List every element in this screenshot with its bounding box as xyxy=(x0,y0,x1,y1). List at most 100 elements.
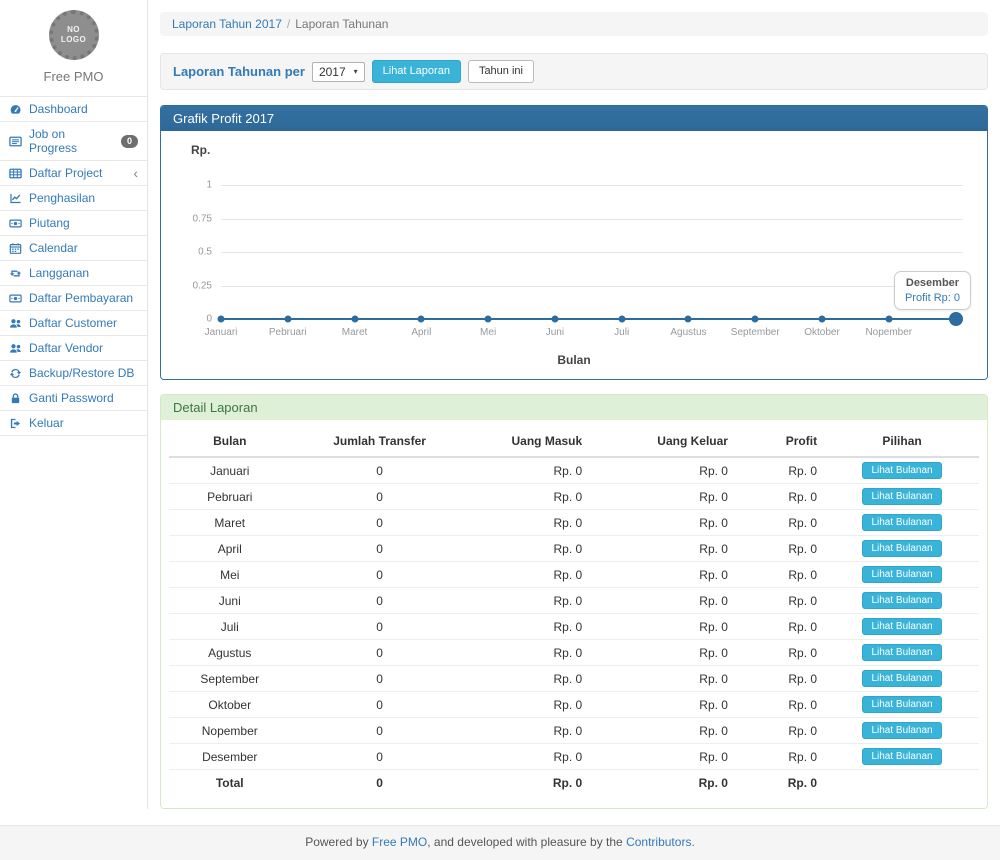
cell-profit: Rp. 0 xyxy=(736,744,825,770)
y-axis-title: Rp. xyxy=(191,143,973,157)
cell-uang-keluar: Rp. 0 xyxy=(590,640,736,666)
year-select[interactable]: 2017 ▾ xyxy=(312,62,365,82)
sidebar-menu: Dashboard Job on Progress 0 Daftar Proje… xyxy=(0,96,147,436)
total-uang-masuk: Rp. 0 xyxy=(469,770,591,795)
cell-pilihan: Lihat Bulanan xyxy=(825,536,979,562)
y-axis-tick-label: 1 xyxy=(206,180,212,191)
calendar-icon xyxy=(9,242,22,255)
view-monthly-button[interactable]: Lihat Bulanan xyxy=(862,488,941,505)
cell-profit: Rp. 0 xyxy=(736,640,825,666)
sidebar-item-label: Daftar Project xyxy=(29,166,102,180)
money-icon xyxy=(9,292,22,305)
sidebar-item-dashboard[interactable]: Dashboard xyxy=(0,97,147,122)
table-row: Mei 0 Rp. 0 Rp. 0 Rp. 0 Lihat Bulanan xyxy=(169,562,979,588)
data-point-januari xyxy=(218,316,225,323)
sidebar-item-calendar[interactable]: Calendar xyxy=(0,236,147,261)
lock-icon xyxy=(9,392,22,405)
x-axis-tick-label: Januari xyxy=(205,327,238,338)
cell-pilihan: Lihat Bulanan xyxy=(825,692,979,718)
cell-bulan: Juli xyxy=(169,614,291,640)
x-axis-tick-label: September xyxy=(731,327,780,338)
this-year-button[interactable]: Tahun ini xyxy=(468,60,534,83)
cell-pilihan: Lihat Bulanan xyxy=(825,510,979,536)
cell-profit: Rp. 0 xyxy=(736,536,825,562)
col-header-jumlah-transfer: Jumlah Transfer xyxy=(291,426,469,457)
gridline xyxy=(221,286,963,287)
table-row: Januari 0 Rp. 0 Rp. 0 Rp. 0 Lihat Bulana… xyxy=(169,457,979,484)
dashboard-icon xyxy=(9,103,22,116)
table-row: September 0 Rp. 0 Rp. 0 Rp. 0 Lihat Bula… xyxy=(169,666,979,692)
cell-profit: Rp. 0 xyxy=(736,588,825,614)
tooltip-title: Desember xyxy=(905,277,960,289)
profit-series-line xyxy=(221,318,956,320)
sidebar-item-keluar[interactable]: Keluar xyxy=(0,411,147,436)
report-table: Bulan Jumlah Transfer Uang Masuk Uang Ke… xyxy=(169,426,979,794)
cell-profit: Rp. 0 xyxy=(736,562,825,588)
table-row: Agustus 0 Rp. 0 Rp. 0 Rp. 0 Lihat Bulana… xyxy=(169,640,979,666)
cell-jumlah-transfer: 0 xyxy=(291,666,469,692)
money-icon xyxy=(9,217,22,230)
sidebar-item-piutang[interactable]: Piutang xyxy=(0,211,147,236)
view-report-button[interactable]: Lihat Laporan xyxy=(372,60,461,83)
view-monthly-button[interactable]: Lihat Bulanan xyxy=(862,644,941,661)
data-point-juni xyxy=(551,316,558,323)
view-monthly-button[interactable]: Lihat Bulanan xyxy=(862,722,941,739)
sidebar-item-daftar-vendor[interactable]: Daftar Vendor xyxy=(0,336,147,361)
col-header-bulan: Bulan xyxy=(169,426,291,457)
sidebar-item-daftar-pembayaran[interactable]: Daftar Pembayaran xyxy=(0,286,147,311)
sidebar-item-label: Calendar xyxy=(29,241,78,255)
sidebar-item-ganti-password[interactable]: Ganti Password xyxy=(0,386,147,411)
logo: NO LOGO xyxy=(0,0,147,60)
sidebar-item-label: Keluar xyxy=(29,416,64,430)
gridline xyxy=(221,219,963,220)
view-monthly-button[interactable]: Lihat Bulanan xyxy=(862,696,941,713)
cell-uang-keluar: Rp. 0 xyxy=(590,536,736,562)
cell-uang-masuk: Rp. 0 xyxy=(469,484,591,510)
sidebar-item-job-on-progress[interactable]: Job on Progress 0 xyxy=(0,122,147,161)
view-monthly-button[interactable]: Lihat Bulanan xyxy=(862,566,941,583)
cell-uang-keluar: Rp. 0 xyxy=(590,562,736,588)
data-point-maret xyxy=(351,316,358,323)
total-jumlah-transfer: 0 xyxy=(291,770,469,795)
sidebar-item-backup-restore-db[interactable]: Backup/Restore DB xyxy=(0,361,147,386)
total-label: Total xyxy=(169,770,291,795)
view-monthly-button[interactable]: Lihat Bulanan xyxy=(862,462,941,479)
cell-bulan: Pebruari xyxy=(169,484,291,510)
view-monthly-button[interactable]: Lihat Bulanan xyxy=(862,514,941,531)
cell-uang-masuk: Rp. 0 xyxy=(469,457,591,484)
cell-pilihan: Lihat Bulanan xyxy=(825,588,979,614)
sidebar-item-langganan[interactable]: Langganan xyxy=(0,261,147,286)
cell-profit: Rp. 0 xyxy=(736,666,825,692)
sidebar-item-label: Daftar Pembayaran xyxy=(29,291,133,305)
main-content: Laporan Tahun 2017/Laporan Tahunan Lapor… xyxy=(148,0,1000,809)
cell-jumlah-transfer: 0 xyxy=(291,718,469,744)
cell-bulan: Maret xyxy=(169,510,291,536)
total-profit: Rp. 0 xyxy=(736,770,825,795)
data-point-desember xyxy=(949,312,963,326)
sidebar-item-daftar-project[interactable]: Daftar Project ‹ xyxy=(0,161,147,186)
cell-profit: Rp. 0 xyxy=(736,457,825,484)
cell-pilihan: Lihat Bulanan xyxy=(825,744,979,770)
view-monthly-button[interactable]: Lihat Bulanan xyxy=(862,618,941,635)
cell-profit: Rp. 0 xyxy=(736,484,825,510)
sidebar-item-penghasilan[interactable]: Penghasilan xyxy=(0,186,147,211)
view-monthly-button[interactable]: Lihat Bulanan xyxy=(862,540,941,557)
list-icon xyxy=(9,135,22,148)
breadcrumb-link[interactable]: Laporan Tahun 2017 xyxy=(172,17,282,31)
users-icon xyxy=(9,317,22,330)
breadcrumb-current: Laporan Tahunan xyxy=(295,17,388,31)
footer-app-link[interactable]: Free PMO xyxy=(372,835,427,849)
cell-uang-keluar: Rp. 0 xyxy=(590,588,736,614)
view-monthly-button[interactable]: Lihat Bulanan xyxy=(862,748,941,765)
data-point-april xyxy=(418,316,425,323)
view-monthly-button[interactable]: Lihat Bulanan xyxy=(862,592,941,609)
data-point-pebruari xyxy=(284,316,291,323)
sidebar-item-label: Langganan xyxy=(29,266,89,280)
view-monthly-button[interactable]: Lihat Bulanan xyxy=(862,670,941,687)
line-chart-plot[interactable]: Desember Profit Rp: 0 10.750.50.250Janua… xyxy=(221,185,963,319)
cell-uang-masuk: Rp. 0 xyxy=(469,614,591,640)
table-row: Juni 0 Rp. 0 Rp. 0 Rp. 0 Lihat Bulanan xyxy=(169,588,979,614)
sidebar-item-daftar-customer[interactable]: Daftar Customer xyxy=(0,311,147,336)
sidebar-item-label: Dashboard xyxy=(29,102,88,116)
footer-contributors-link[interactable]: Contributors. xyxy=(626,835,695,849)
